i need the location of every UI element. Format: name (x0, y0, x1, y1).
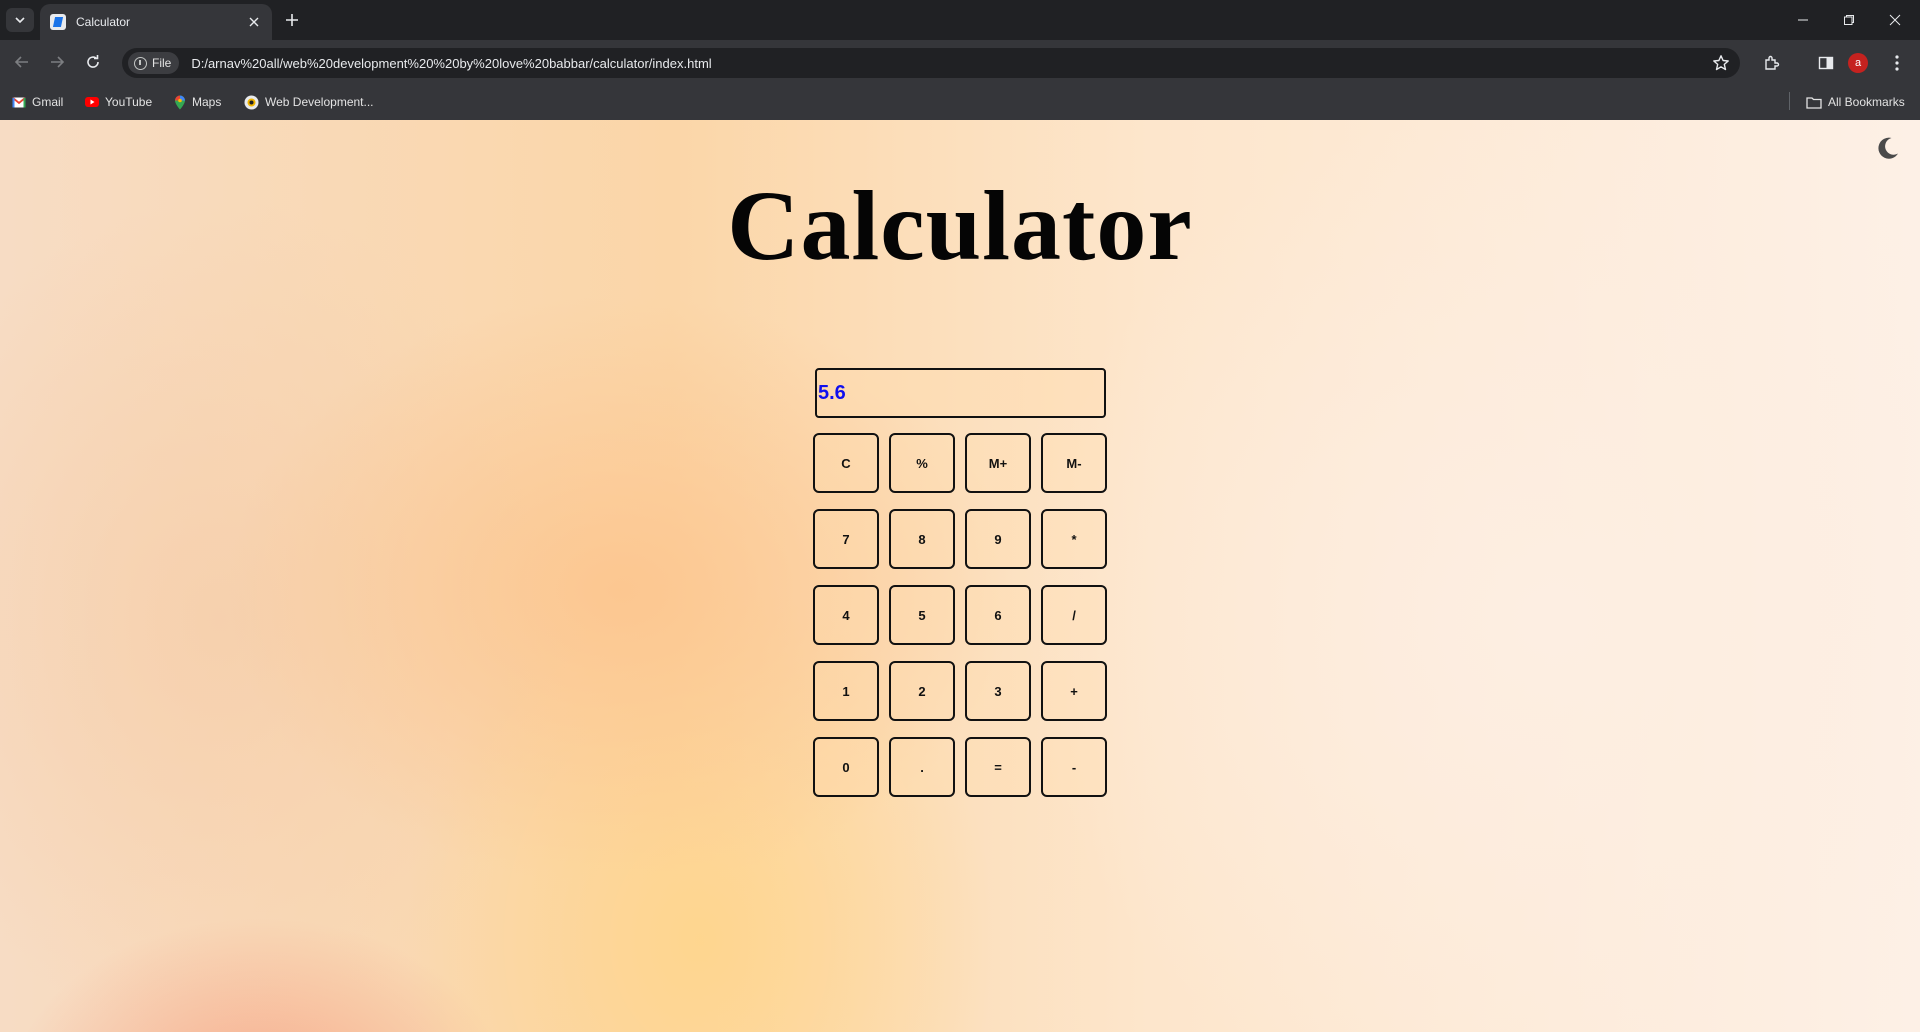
extensions-button[interactable] (1759, 50, 1785, 76)
restore-button[interactable] (1826, 0, 1872, 40)
all-bookmarks-label: All Bookmarks (1828, 95, 1905, 109)
reload-icon (87, 55, 99, 68)
bookmark-label: Gmail (32, 95, 64, 109)
browser-menu-button[interactable] (1884, 50, 1910, 76)
calculator-keypad: C% M+ M- 7 8 9 * 4 5 6/ 1 2 3 +0. = - (813, 433, 1108, 797)
puzzle-icon (1765, 55, 1780, 70)
active-tab[interactable]: Calculator (40, 4, 272, 40)
bookmark-star-button[interactable] (1712, 54, 1730, 77)
digit-7-button[interactable]: 7 (813, 509, 879, 569)
theme-toggle-button[interactable] (1872, 132, 1904, 164)
chevron-down-icon (15, 17, 25, 24)
all-bookmarks-button[interactable]: All Bookmarks (1806, 91, 1905, 113)
close-window-button[interactable] (1872, 0, 1918, 40)
digit-9-button[interactable]: 9 (965, 509, 1031, 569)
plus-icon (286, 14, 298, 26)
decimal-button[interactable]: . (889, 737, 955, 797)
tab-strip: Calculator (0, 0, 1920, 40)
calculator-display[interactable]: 5.6 (815, 368, 1106, 418)
add-button[interactable]: + (1041, 661, 1107, 721)
digit-6-button[interactable]: 6 (965, 585, 1031, 645)
close-icon (249, 17, 259, 27)
star-icon (1713, 55, 1729, 71)
site-icon (244, 95, 259, 110)
page-favicon-icon (50, 14, 66, 30)
bookmark-web-development[interactable]: Web Development... (244, 91, 374, 113)
bookmark-gmail[interactable]: Gmail (12, 91, 63, 113)
digit-2-button[interactable]: 2 (889, 661, 955, 721)
restore-icon (1844, 15, 1854, 25)
url-text[interactable]: D:/arnav%20all/web%20development%20%20by… (191, 56, 711, 71)
clear-button[interactable]: C (813, 433, 879, 493)
arrow-left-icon (14, 56, 28, 68)
close-icon (1889, 14, 1901, 26)
side-panel-icon (1818, 56, 1834, 70)
bookmarks-divider (1789, 92, 1790, 110)
tab-search-button[interactable] (6, 8, 34, 32)
profile-avatar[interactable]: a (1848, 53, 1868, 73)
side-panel-button[interactable] (1813, 50, 1839, 76)
site-info-label: File (152, 56, 172, 70)
tab-title: Calculator (76, 15, 131, 29)
bookmark-label: Web Development... (265, 95, 374, 109)
digit-0-button[interactable]: 0 (813, 737, 879, 797)
digit-4-button[interactable]: 4 (813, 585, 879, 645)
memory-add-button[interactable]: M+ (965, 433, 1031, 493)
divide-button[interactable]: / (1041, 585, 1107, 645)
site-info-chip[interactable]: File (128, 52, 180, 74)
youtube-icon (85, 97, 99, 107)
page-viewport: Calculator 5.6 C% M+ M- 7 8 9 * 4 5 6/ 1 2 3 +0. = - (0, 120, 1920, 1032)
minimize-icon (1798, 19, 1808, 21)
equals-button[interactable]: = (965, 737, 1031, 797)
digit-8-button[interactable]: 8 (889, 509, 955, 569)
back-button[interactable] (8, 48, 36, 76)
new-tab-button[interactable] (282, 10, 302, 30)
reload-button[interactable] (79, 48, 107, 76)
memory-subtract-button[interactable]: M- (1041, 433, 1107, 493)
page-title: Calculator (727, 170, 1193, 281)
bookmark-label: Maps (192, 95, 222, 109)
arrow-right-icon (51, 56, 65, 68)
bookmark-youtube[interactable]: YouTube (85, 91, 152, 113)
multiply-button[interactable]: * (1041, 509, 1107, 569)
tab-close-button[interactable] (246, 14, 262, 30)
digit-5-button[interactable]: 5 (889, 585, 955, 645)
percent-button[interactable]: % (889, 433, 955, 493)
info-icon (134, 56, 147, 70)
folder-icon (1806, 96, 1822, 109)
address-bar[interactable]: File D:/arnav%20all/web%20development%20… (122, 48, 1740, 78)
digit-1-button[interactable]: 1 (813, 661, 879, 721)
forward-button[interactable] (43, 48, 71, 76)
bookmark-label: YouTube (105, 95, 153, 109)
gmail-icon (12, 96, 26, 108)
bookmark-maps[interactable]: Maps (174, 91, 221, 113)
subtract-button[interactable]: - (1041, 737, 1107, 797)
maps-icon (174, 95, 186, 110)
digit-3-button[interactable]: 3 (965, 661, 1031, 721)
more-vert-icon (1895, 55, 1899, 71)
moon-icon (1878, 137, 1898, 159)
minimize-button[interactable] (1780, 0, 1826, 40)
